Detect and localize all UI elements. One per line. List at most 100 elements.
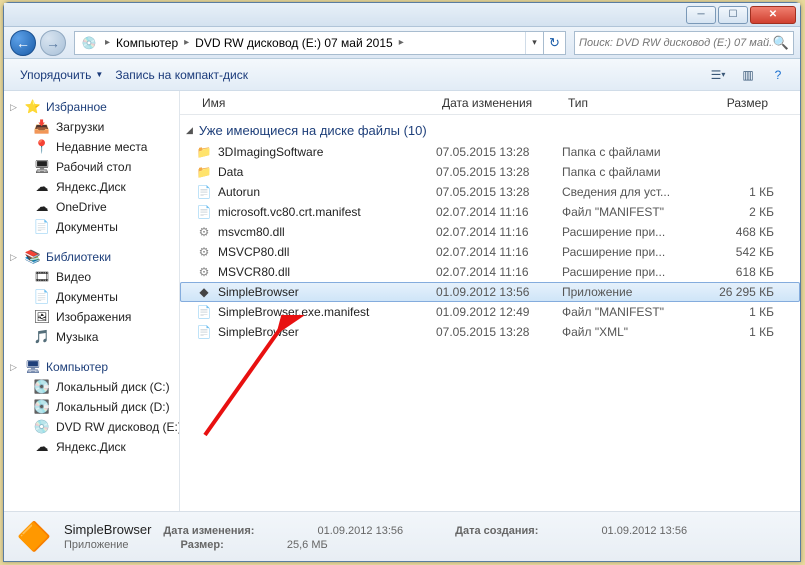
file-name: Autorun (218, 185, 436, 199)
file-row[interactable]: ⚙ MSVCP80.dll02.07.2014 11:16Расширение п… (180, 242, 800, 262)
file-icon: 📁 (196, 164, 212, 180)
sidebar-computer[interactable]: ▷🖥Компьютер (4, 357, 179, 377)
file-size: 26 295 КБ (706, 285, 774, 299)
preview-pane-button[interactable]: ▥ (736, 64, 760, 86)
file-name: SimpleBrowser.exe.manifest (218, 305, 436, 319)
file-type: Папка с файлами (562, 165, 706, 179)
sidebar-item-recent[interactable]: 📍Недавние места (4, 137, 179, 157)
sidebar-item-yandex2[interactable]: ☁Яндекс.Диск (4, 437, 179, 457)
computer-icon: 🖥 (25, 359, 41, 375)
chevron-down-icon: ▼ (95, 70, 103, 79)
file-row[interactable]: ◆SimpleBrowser01.09.2012 13:56Приложение… (180, 282, 800, 302)
breadcrumb[interactable]: 💿 ▸ Компьютер ▸ DVD RW дисковод (E:) 07 … (74, 31, 566, 55)
explorer-window: ─ ☐ ✕ ← → 💿 ▸ Компьютер ▸ DVD RW дисково… (3, 2, 801, 562)
view-options-button[interactable]: ☰ ▾ (706, 64, 730, 86)
minimize-button[interactable]: ─ (686, 6, 716, 24)
file-type: Расширение при... (562, 265, 706, 279)
column-headers[interactable]: Имя Дата изменения Тип Размер (180, 91, 800, 115)
search-icon[interactable]: 🔍 (773, 35, 789, 51)
sidebar-item-pictures[interactable]: 🖼Изображения (4, 307, 179, 327)
file-size: 1 КБ (706, 325, 774, 339)
sidebar-item-drive-d[interactable]: 💽Локальный диск (D:) (4, 397, 179, 417)
file-row[interactable]: 📁Data07.05.2015 13:28Папка с файлами (180, 162, 800, 182)
file-type: Файл "XML" (562, 325, 706, 339)
breadcrumb-dropdown[interactable]: ▾ (525, 32, 543, 54)
file-type: Расширение при... (562, 245, 706, 259)
forward-button[interactable]: → (40, 30, 66, 56)
chevron-right-icon[interactable]: ▸ (182, 37, 191, 48)
toolbar: Упорядочить ▼ Запись на компакт-диск ☰ ▾… (4, 59, 800, 91)
sidebar-item-downloads[interactable]: 📥Загрузки (4, 117, 179, 137)
file-size: 468 КБ (706, 225, 774, 239)
file-row[interactable]: 📁3DImagingSoftware07.05.2015 13:28Папка … (180, 142, 800, 162)
col-modified[interactable]: Дата изменения (436, 96, 562, 110)
group-header[interactable]: ◢Уже имеющиеся на диске файлы (10) (180, 115, 800, 142)
file-size: 618 КБ (706, 265, 774, 279)
col-type[interactable]: Тип (562, 96, 706, 110)
file-size: 542 КБ (706, 245, 774, 259)
help-button[interactable]: ? (766, 64, 790, 86)
file-date: 07.05.2015 13:28 (436, 145, 562, 159)
file-type: Приложение (562, 285, 706, 299)
breadcrumb-current[interactable]: DVD RW дисковод (E:) 07 май 2015 (191, 32, 397, 54)
file-row[interactable]: 📄SimpleBrowser07.05.2015 13:28Файл "XML"… (180, 322, 800, 342)
file-row[interactable]: 📄microsoft.vc80.crt.manifest02.07.2014 1… (180, 202, 800, 222)
file-size: 1 КБ (706, 305, 774, 319)
file-icon: 📄 (196, 184, 212, 200)
sidebar-item-desktop[interactable]: 🖥Рабочий стол (4, 157, 179, 177)
sidebar-item-yandex[interactable]: ☁Яндекс.Диск (4, 177, 179, 197)
details-name: SimpleBrowser (64, 522, 151, 537)
titlebar[interactable]: ─ ☐ ✕ (4, 3, 800, 27)
col-size[interactable]: Размер (706, 96, 774, 110)
chevron-right-icon[interactable]: ▸ (103, 37, 112, 48)
refresh-button[interactable]: ↻ (543, 32, 565, 54)
sidebar-item-music[interactable]: 🎵Музыка (4, 327, 179, 347)
file-type: Сведения для уст... (562, 185, 706, 199)
sidebar-item-documents[interactable]: 📄Документы (4, 217, 179, 237)
sidebar-item-drive-c[interactable]: 💽Локальный диск (C:) (4, 377, 179, 397)
file-type: Файл "MANIFEST" (562, 305, 706, 319)
file-row[interactable]: 📄Autorun07.05.2015 13:28Сведения для уст… (180, 182, 800, 202)
col-name[interactable]: Имя (196, 96, 436, 110)
file-row[interactable]: ⚙MSVCR80.dll02.07.2014 11:16Расширение п… (180, 262, 800, 282)
back-button[interactable]: ← (10, 30, 36, 56)
star-icon: ⭐ (25, 99, 41, 115)
file-type: Файл "MANIFEST" (562, 205, 706, 219)
file-name: MSVCP80.dll (218, 245, 436, 259)
search-input[interactable] (579, 37, 773, 49)
file-date: 07.05.2015 13:28 (436, 325, 562, 339)
sidebar-item-docs[interactable]: 📄Документы (4, 287, 179, 307)
file-date: 02.07.2014 11:16 (436, 265, 562, 279)
file-icon: ⚙ (196, 244, 212, 260)
file-date: 02.07.2014 11:16 (436, 205, 562, 219)
drive-icon: 💿 (79, 33, 99, 53)
burn-button[interactable]: Запись на компакт-диск (109, 64, 254, 86)
file-icon: 📁 (196, 144, 212, 160)
file-size: 1 КБ (706, 185, 774, 199)
file-icon: ◆ (196, 284, 212, 300)
sidebar-item-videos[interactable]: 🎞Видео (4, 267, 179, 287)
chevron-right-icon[interactable]: ▸ (397, 37, 406, 48)
file-name: SimpleBrowser (218, 285, 436, 299)
search-box[interactable]: 🔍 (574, 31, 794, 55)
triangle-down-icon: ◢ (186, 125, 193, 136)
file-date: 02.07.2014 11:16 (436, 245, 562, 259)
sidebar-favorites[interactable]: ▷⭐Избранное (4, 97, 179, 117)
file-name: 3DImagingSoftware (218, 145, 436, 159)
sidebar-item-dvd[interactable]: 💿DVD RW дисковод (E:) (4, 417, 179, 437)
file-name: MSVCR80.dll (218, 265, 436, 279)
sidebar-item-onedrive[interactable]: ☁OneDrive (4, 197, 179, 217)
close-button[interactable]: ✕ (750, 6, 796, 24)
file-date: 01.09.2012 12:49 (436, 305, 562, 319)
file-size: 2 КБ (706, 205, 774, 219)
breadcrumb-root[interactable]: Компьютер (112, 32, 182, 54)
organize-menu[interactable]: Упорядочить ▼ (14, 64, 109, 86)
sidebar-libraries[interactable]: ▷📚Библиотеки (4, 247, 179, 267)
file-row[interactable]: ⚙msvcm80.dll02.07.2014 11:16Расширение п… (180, 222, 800, 242)
maximize-button[interactable]: ☐ (718, 6, 748, 24)
file-name: SimpleBrowser (218, 325, 436, 339)
file-row[interactable]: 📄SimpleBrowser.exe.manifest01.09.2012 12… (180, 302, 800, 322)
file-type: Расширение при... (562, 225, 706, 239)
file-list[interactable]: ◢Уже имеющиеся на диске файлы (10) 📁 3DIm… (180, 115, 800, 511)
nav-bar: ← → 💿 ▸ Компьютер ▸ DVD RW дисковод (E:)… (4, 27, 800, 59)
